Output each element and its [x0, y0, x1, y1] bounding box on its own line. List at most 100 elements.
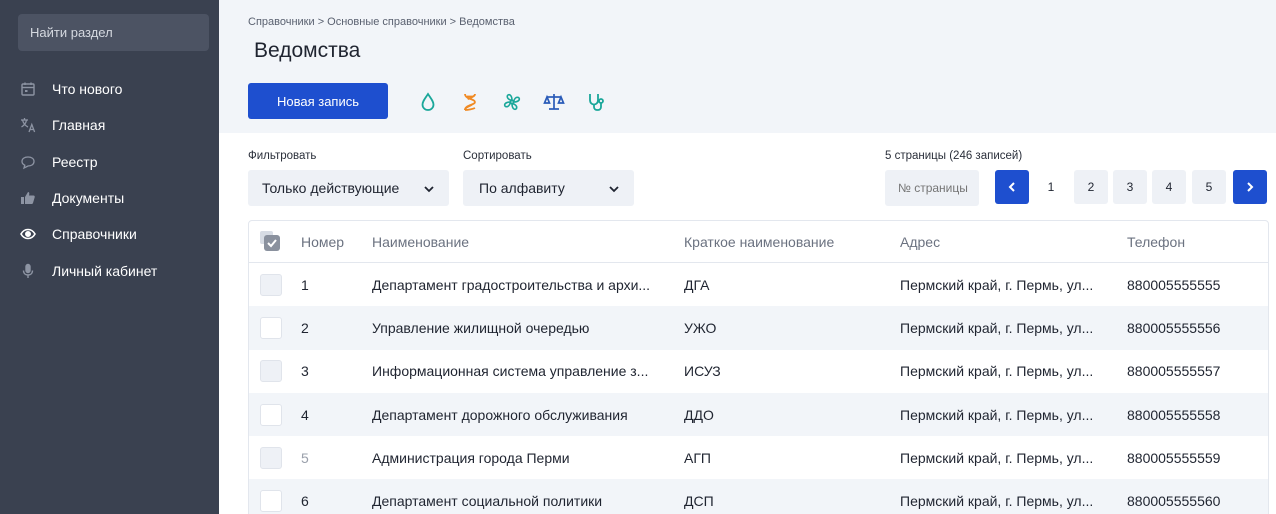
page-button-2[interactable]: 2 [1074, 170, 1108, 204]
sidebar-item-label: Личный кабинет [52, 262, 158, 279]
cell-name: Департамент градостроительства и архи... [372, 276, 651, 293]
cell-number: 6 [301, 493, 309, 510]
page-button-3[interactable]: 3 [1113, 170, 1147, 204]
cell-phone: 880005555560 [1127, 493, 1221, 510]
sidebar-item-registry[interactable]: Реестр [14, 144, 205, 180]
cell-phone: 880005555556 [1127, 319, 1221, 336]
page-button-5[interactable]: 5 [1192, 170, 1226, 204]
chevron-down-icon [608, 182, 620, 198]
stethoscope-icon[interactable] [583, 90, 609, 114]
quick-filter-icons [415, 90, 625, 114]
row-checkbox[interactable] [260, 316, 282, 339]
prev-page-button[interactable] [995, 170, 1029, 204]
sidebar-item-label: Что нового [52, 81, 123, 98]
cell-number: 3 [301, 363, 309, 380]
checkbox-checked-icon [260, 231, 280, 251]
filter-select-value: Только действующие [262, 180, 400, 196]
sidebar-nav: Что нового Главная Реестр Документы Спра… [14, 71, 205, 289]
eye-icon [20, 226, 36, 242]
sidebar: Найти раздел Что нового Главная Реестр Д… [0, 0, 219, 514]
dna-icon[interactable] [457, 90, 483, 114]
cell-short-name: ДДО [684, 406, 714, 423]
breadcrumb[interactable]: Справочники > Основные справочники > Вед… [248, 16, 1276, 28]
next-page-button[interactable] [1233, 170, 1267, 204]
chevron-left-icon [1008, 182, 1015, 192]
cell-number: 1 [301, 276, 309, 293]
chat-bubble-icon [20, 154, 36, 170]
sidebar-item-label: Документы [52, 190, 125, 207]
main-area: Справочники > Основные справочники > Вед… [219, 0, 1276, 514]
column-header-name[interactable]: Наименование [372, 234, 469, 250]
cell-number: 4 [301, 406, 309, 423]
cell-short-name: ДГА [684, 276, 710, 293]
row-checkbox[interactable] [260, 403, 282, 426]
cell-phone: 880005555559 [1127, 449, 1221, 466]
sidebar-item-label: Реестр [52, 153, 98, 170]
table-header: Номер Наименование Краткое наименование … [249, 221, 1268, 263]
row-checkbox[interactable] [260, 446, 282, 469]
sort-select-value: По алфавиту [479, 180, 565, 196]
cell-short-name: ДСП [684, 493, 714, 510]
fan-icon[interactable] [499, 90, 525, 114]
cell-short-name: УЖО [684, 319, 717, 336]
cell-phone: 880005555557 [1127, 363, 1221, 380]
sidebar-item-home[interactable]: Главная [14, 107, 205, 143]
sidebar-item-directories[interactable]: Справочники [14, 216, 205, 252]
filter-select[interactable]: Только действующие [248, 170, 449, 206]
sort-select[interactable]: По алфавиту [463, 170, 634, 206]
cell-address: Пермский край, г. Пермь, ул... [900, 493, 1094, 510]
cell-short-name: АГП [684, 449, 711, 466]
cell-address: Пермский край, г. Пермь, ул... [900, 276, 1094, 293]
cell-number: 5 [301, 449, 309, 466]
page-title: Ведомства [254, 39, 361, 62]
column-header-phone[interactable]: Телефон [1127, 234, 1185, 250]
cell-phone: 880005555555 [1127, 276, 1221, 293]
cell-phone: 880005555558 [1127, 406, 1221, 423]
sidebar-search-input[interactable]: Найти раздел [18, 14, 209, 51]
records-table: Номер Наименование Краткое наименование … [248, 220, 1269, 514]
pagination-info: 5 страницы (246 записей) [885, 150, 1023, 162]
new-record-button[interactable]: Новая запись [248, 83, 388, 119]
table-row[interactable]: 2 Управление жилищной очередью УЖО Пермс… [249, 306, 1268, 350]
sidebar-item-account[interactable]: Личный кабинет [14, 252, 205, 288]
row-checkbox[interactable] [260, 273, 282, 296]
column-header-number[interactable]: Номер [301, 234, 344, 250]
sidebar-item-whats-new[interactable]: Что нового [14, 71, 205, 107]
page-button-4[interactable]: 4 [1152, 170, 1186, 204]
water-drop-icon[interactable] [415, 90, 441, 114]
filter-label: Фильтровать [248, 150, 317, 162]
column-header-address[interactable]: Адрес [900, 234, 940, 250]
cell-address: Пермский край, г. Пермь, ул... [900, 363, 1094, 380]
cell-address: Пермский край, г. Пермь, ул... [900, 449, 1094, 466]
sort-label: Сортировать [463, 150, 532, 162]
chevron-down-icon [423, 182, 435, 198]
page-number-input[interactable] [885, 170, 979, 206]
table-row[interactable]: 5 Администрация города Перми АГП Пермски… [249, 436, 1268, 479]
table-row[interactable]: 1 Департамент градостроительства и архи.… [249, 263, 1268, 306]
microphone-icon [20, 263, 36, 279]
cell-name: Управление жилищной очередью [372, 319, 590, 336]
cell-name: Администрация города Перми [372, 449, 570, 466]
column-header-short-name[interactable]: Краткое наименование [684, 234, 834, 250]
select-all-checkbox[interactable] [260, 231, 282, 253]
row-checkbox[interactable] [260, 490, 282, 513]
content-panel: Фильтровать Только действующие Сортирова… [219, 133, 1276, 514]
sidebar-item-label: Главная [52, 117, 106, 134]
page-button-1[interactable]: 1 [1034, 170, 1068, 204]
table-row[interactable]: 3 Информационная система управление з...… [249, 350, 1268, 393]
cell-name: Информационная система управление з... [372, 363, 649, 380]
page-header: Справочники > Основные справочники > Вед… [219, 0, 1276, 133]
calendar-icon [20, 81, 36, 97]
scales-icon[interactable] [541, 90, 567, 114]
sidebar-item-label: Справочники [52, 226, 137, 243]
translate-icon [20, 117, 36, 133]
cell-name: Департамент дорожного обслуживания [372, 406, 628, 423]
chevron-right-icon [1247, 182, 1254, 192]
cell-address: Пермский край, г. Пермь, ул... [900, 406, 1094, 423]
table-row[interactable]: 4 Департамент дорожного обслуживания ДДО… [249, 392, 1268, 437]
row-checkbox[interactable] [260, 360, 282, 383]
thumbs-up-icon [20, 190, 36, 206]
table-row[interactable]: 6 Департамент социальной политики ДСП Пе… [249, 479, 1268, 514]
sidebar-item-documents[interactable]: Документы [14, 180, 205, 216]
cell-short-name: ИСУЗ [684, 363, 721, 380]
